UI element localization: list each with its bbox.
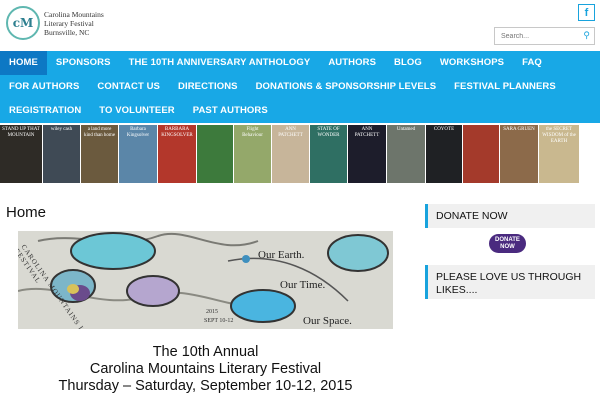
site-logo[interactable]: cM Carolina Mountains Literary Festival …	[6, 6, 104, 40]
book-cover[interactable]: ANN PATCHETT	[348, 125, 386, 183]
page-title: Home	[6, 204, 47, 221]
nav-item-directions[interactable]: DIRECTIONS	[169, 75, 247, 99]
banner-year: 2015	[206, 309, 218, 315]
nav-row-3: REGISTRATION TO VOLUNTEER PAST AUTHORS	[0, 99, 600, 123]
book-cover[interactable]: Flight Behaviour	[234, 125, 271, 183]
facebook-icon[interactable]: f	[578, 4, 595, 21]
book-cover[interactable]: Untamed	[387, 125, 425, 183]
book-cover[interactable]: ANN PATCHETT	[272, 125, 309, 183]
logo-line-1: Carolina Mountains	[44, 9, 104, 19]
nav-item-blog[interactable]: BLOG	[385, 51, 431, 75]
search-box[interactable]: ⚲	[494, 27, 595, 45]
banner-line-2: Our Time.	[280, 279, 326, 291]
search-input[interactable]	[495, 31, 583, 41]
book-cover[interactable]: BARBARA KINGSOLVER	[158, 125, 196, 183]
nav-item-authors[interactable]: AUTHORS	[319, 51, 385, 75]
book-cover[interactable]: SARA GRUEN	[500, 125, 538, 183]
announcement-line-1: The 10th Annual	[152, 344, 259, 360]
banner-dates: SEPT 10-12	[204, 318, 234, 324]
likes-widget-title: PLEASE LOVE US THROUGH LIKES....	[425, 265, 595, 299]
logo-line-3: Burnsville, NC	[44, 27, 90, 37]
book-cover[interactable]: the SECRET WISDOM of the EARTH	[539, 125, 579, 183]
book-cover[interactable]: COYOTE	[426, 125, 462, 183]
nav-row-2: FOR AUTHORS CONTACT US DIRECTIONS DONATI…	[0, 75, 600, 99]
book-cover[interactable]	[463, 125, 499, 183]
announcement-line-2: Carolina Mountains Literary Festival	[89, 361, 322, 377]
nav-item-contact-us[interactable]: CONTACT US	[88, 75, 169, 99]
nav-item-festival-planners[interactable]: FESTIVAL PLANNERS	[445, 75, 565, 99]
nav-item-registration[interactable]: REGISTRATION	[0, 99, 90, 123]
book-cover[interactable]: STATE OF WONDER	[310, 125, 347, 183]
site-header: cM Carolina Mountains Literary Festival …	[0, 0, 600, 50]
logo-text: Carolina Mountains Literary Festival Bur…	[44, 10, 104, 37]
nav-item-donations[interactable]: DONATIONS & SPONSORSHIP LEVELS	[247, 75, 446, 99]
donate-button[interactable]: DONATE NOW	[489, 234, 526, 253]
book-cover[interactable]: Barbara Kingsolver	[119, 125, 157, 183]
book-cover[interactable]: wiley cash	[43, 125, 80, 183]
book-cover[interactable]: a land more kind than home	[81, 125, 118, 183]
donate-widget-title: DONATE NOW	[425, 204, 595, 228]
nav-item-anthology[interactable]: THE 10TH ANNIVERSARY ANTHOLOGY	[120, 51, 320, 75]
festival-banner-image: CAROLINA MOUNTAINS LITERARY FESTIVAL 201…	[18, 231, 393, 329]
banner-line-3: Our Space.	[303, 315, 352, 327]
nav-item-past-authors[interactable]: PAST AUTHORS	[184, 99, 277, 123]
book-cover[interactable]: STAND UP THAT MOUNTAIN	[0, 125, 42, 183]
logo-mark: cM	[6, 6, 40, 40]
main-nav: HOME SPONSORS THE 10TH ANNIVERSARY ANTHO…	[0, 51, 600, 123]
announcement-line-3: Thursday – Saturday, September 10-12, 20…	[58, 378, 353, 394]
festival-announcement: The 10th Annual Carolina Mountains Liter…	[18, 344, 393, 395]
nav-item-for-authors[interactable]: FOR AUTHORS	[0, 75, 88, 99]
nav-item-sponsors[interactable]: SPONSORS	[47, 51, 120, 75]
logo-line-2: Literary Festival	[44, 18, 94, 28]
banner-line-1: Our Earth.	[258, 249, 305, 261]
nav-row-1: HOME SPONSORS THE 10TH ANNIVERSARY ANTHO…	[0, 51, 600, 75]
book-cover[interactable]	[197, 125, 233, 183]
nav-item-workshops[interactable]: WORKSHOPS	[431, 51, 513, 75]
nav-item-faq[interactable]: FAQ	[513, 51, 551, 75]
nav-item-home[interactable]: HOME	[0, 51, 47, 75]
nav-item-volunteer[interactable]: TO VOLUNTEER	[90, 99, 183, 123]
search-icon[interactable]: ⚲	[583, 30, 590, 41]
book-cover-strip: STAND UP THAT MOUNTAIN wiley cash a land m…	[0, 125, 600, 185]
